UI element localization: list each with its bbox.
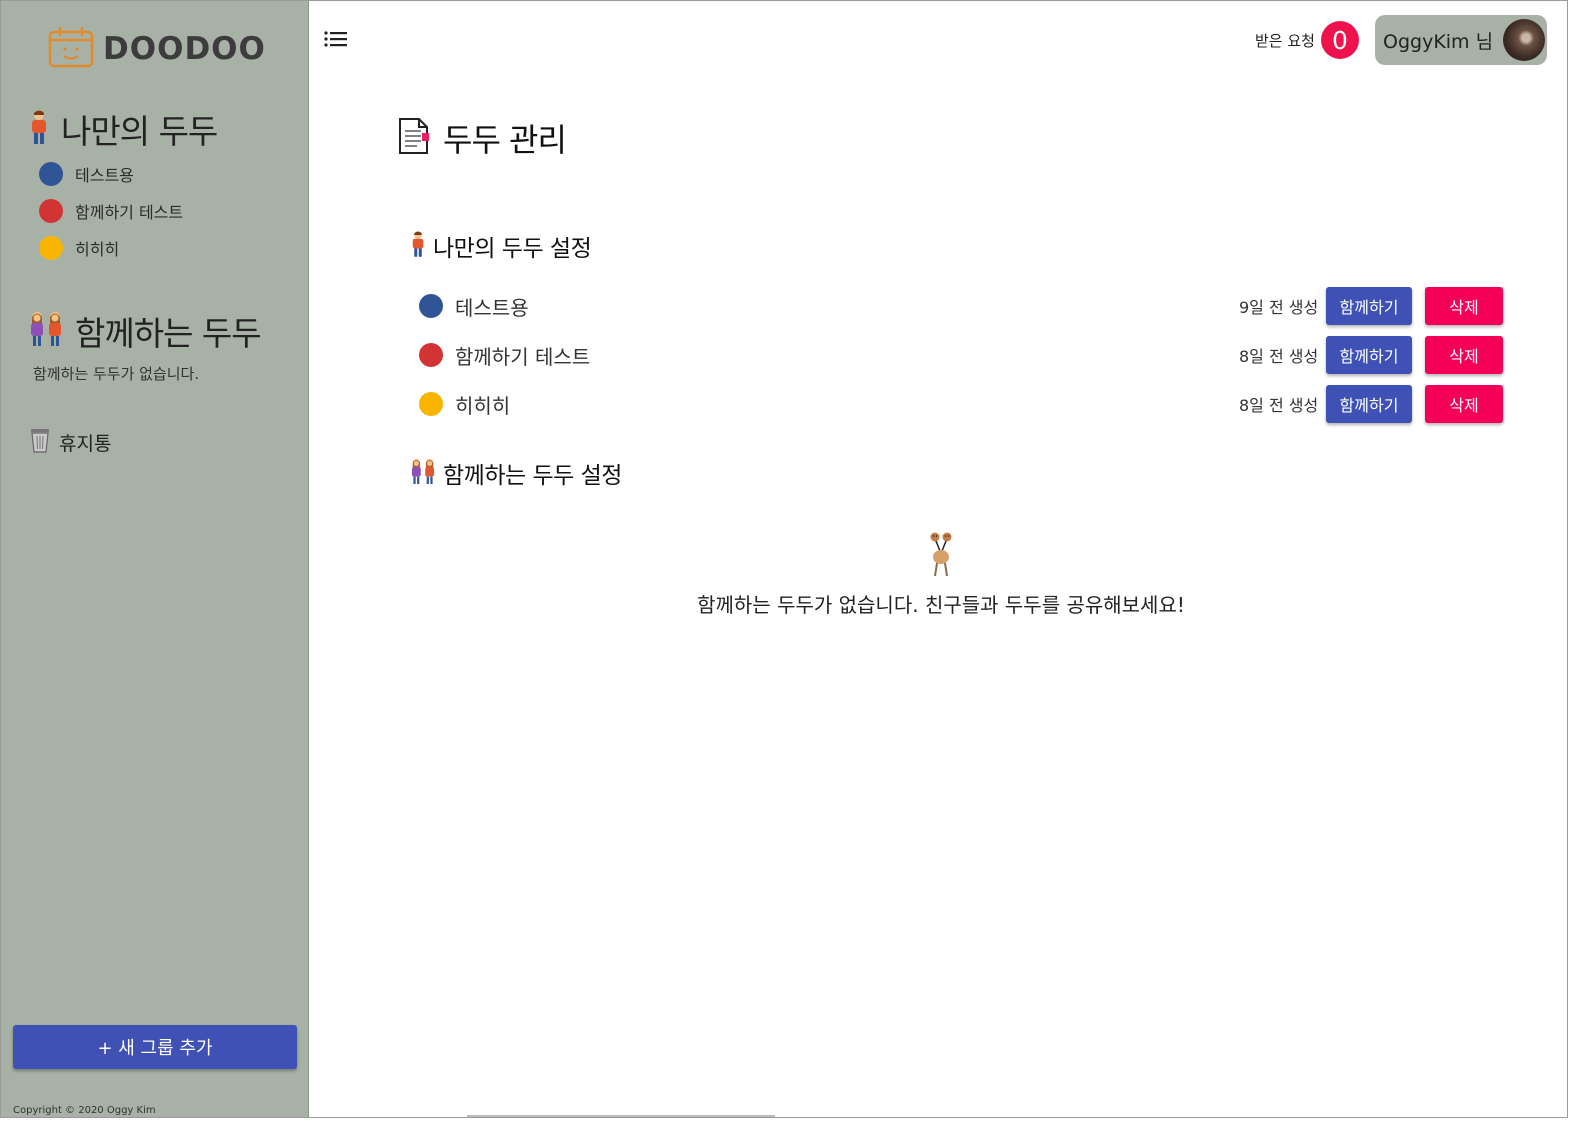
add-group-button[interactable]: + 새 그룹 추가 — [13, 1025, 297, 1069]
person-icon — [27, 109, 51, 149]
color-dot — [419, 343, 443, 367]
shared-empty-state: 함께하는 두두가 없습니다. 친구들과 두두를 공유해보세요! — [661, 531, 1221, 618]
color-dot — [419, 294, 443, 318]
created-date: 9일 전 생성 — [1239, 298, 1319, 317]
sidebar-item-together-test[interactable]: 함께하기 테스트 — [39, 199, 183, 223]
logo[interactable]: DOODOO — [47, 25, 266, 73]
shared-empty-message: 함께하는 두두가 없습니다. 친구들과 두두를 공유해보세요! — [697, 593, 1185, 617]
share-button[interactable]: 함께하기 — [1326, 385, 1412, 423]
app-window: DOODOO 나만의 두두 테스트용 함께하기 테스트 히히히 함께하는 두두 … — [0, 0, 1568, 1118]
doodoo-row: 히히히 8일 전 생성 함께하기 삭제 — [419, 385, 1505, 423]
shared-doodoo-heading: 함께하는 두두 — [27, 307, 262, 355]
received-requests[interactable]: 받은 요청 0 — [1255, 21, 1359, 59]
color-dot — [39, 162, 63, 186]
two-people-icon — [27, 311, 65, 351]
shared-empty-text: 함께하는 두두가 없습니다. — [33, 365, 200, 383]
my-doodoo-heading: 나만의 두두 — [27, 105, 218, 153]
share-button[interactable]: 함께하기 — [1326, 336, 1412, 374]
doodoo-name: 히히히 — [455, 393, 511, 418]
color-dot — [39, 236, 63, 260]
sidebar-item-label: 테스트용 — [75, 166, 134, 185]
two-people-icon — [409, 458, 437, 489]
color-dot — [39, 199, 63, 223]
menu-toggle-button[interactable] — [323, 29, 349, 53]
page-title: 두두 관리 — [397, 115, 567, 161]
trash-label: 휴지통 — [59, 432, 112, 455]
color-dot — [419, 392, 443, 416]
trash-link[interactable]: 휴지통 — [29, 427, 111, 457]
sidebar-item-label: 함께하기 테스트 — [75, 203, 184, 222]
person-icon — [409, 230, 427, 262]
copyright: Copyright © 2020 Oggy Kim — [13, 1105, 156, 1116]
doodoo-row: 테스트용 9일 전 생성 함께하기 삭제 — [419, 287, 1505, 325]
created-date: 8일 전 생성 — [1239, 396, 1319, 415]
my-doodoo-settings-heading: 나만의 두두 설정 — [409, 229, 592, 263]
doduo-icon — [925, 532, 957, 583]
requests-label: 받은 요청 — [1255, 31, 1315, 50]
delete-button[interactable]: 삭제 — [1425, 336, 1503, 374]
brand-name: DOODOO — [103, 31, 266, 67]
calendar-face-icon — [47, 25, 95, 73]
share-button[interactable]: 함께하기 — [1326, 287, 1412, 325]
delete-button[interactable]: 삭제 — [1425, 287, 1503, 325]
my-doodoo-title: 나만의 두두 — [61, 112, 218, 151]
user-menu[interactable]: OggyKim 님 — [1375, 15, 1547, 65]
doodoo-row: 함께하기 테스트 8일 전 생성 함께하기 삭제 — [419, 336, 1505, 374]
horizontal-scrollbar[interactable] — [467, 1115, 775, 1117]
created-date: 8일 전 생성 — [1239, 347, 1319, 366]
shared-doodoo-title: 함께하는 두두 — [75, 314, 262, 353]
avatar — [1503, 19, 1546, 61]
my-settings-title: 나만의 두두 설정 — [433, 236, 592, 262]
requests-count-badge: 0 — [1320, 21, 1359, 59]
shared-doodoo-settings-heading: 함께하는 두두 설정 — [409, 456, 622, 490]
sidebar-item-test[interactable]: 테스트용 — [39, 162, 134, 186]
sidebar: DOODOO 나만의 두두 테스트용 함께하기 테스트 히히히 함께하는 두두 … — [1, 1, 309, 1117]
page-title-text: 두두 관리 — [443, 121, 567, 159]
shared-settings-title: 함께하는 두두 설정 — [443, 463, 622, 489]
sidebar-item-label: 히히히 — [75, 240, 120, 259]
doodoo-name: 함께하기 테스트 — [455, 344, 591, 369]
doodoo-name: 테스트용 — [455, 295, 529, 320]
list-menu-icon — [323, 31, 349, 53]
user-name: OggyKim 님 — [1383, 30, 1494, 53]
sidebar-item-hihihi[interactable]: 히히히 — [39, 236, 119, 260]
document-icon — [397, 117, 431, 159]
delete-button[interactable]: 삭제 — [1425, 385, 1503, 423]
trash-icon — [29, 427, 51, 457]
